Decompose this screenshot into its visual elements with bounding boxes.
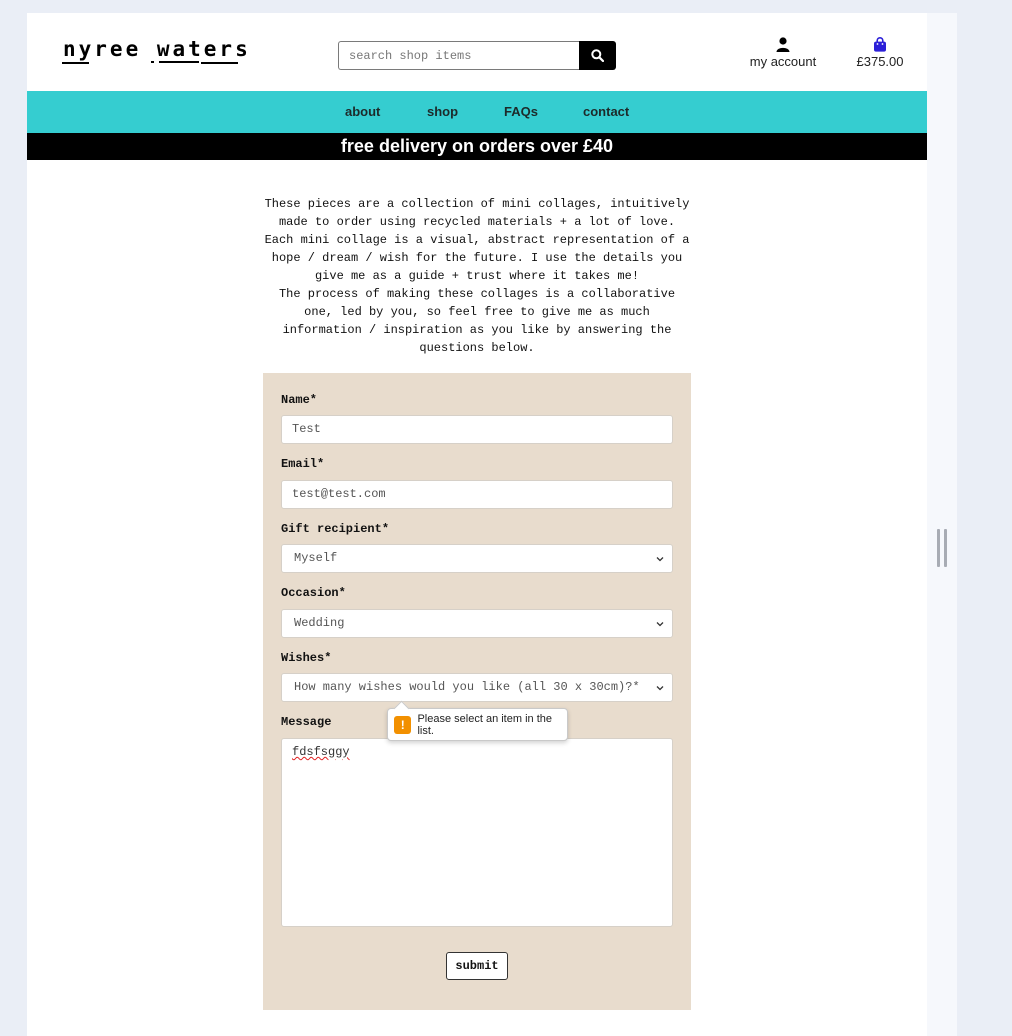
nav-item-faqs[interactable]: FAQs (504, 104, 538, 119)
user-icon (776, 37, 790, 52)
search-button[interactable] (579, 41, 616, 70)
wishes-select[interactable]: How many wishes would you like (all 30 x… (281, 673, 673, 702)
resize-handle[interactable] (937, 529, 947, 567)
chevron-down-icon (656, 686, 664, 691)
nav-item-about[interactable]: about (345, 104, 380, 119)
chevron-down-icon (656, 622, 664, 627)
search-icon (591, 49, 604, 62)
submit-button[interactable]: submit (446, 952, 508, 980)
shopping-bag-link[interactable]: £375.00 (845, 37, 915, 69)
search-input[interactable] (338, 41, 579, 70)
shopping-bag-icon (874, 37, 886, 52)
my-account-link[interactable]: my account (743, 37, 823, 69)
name-field[interactable]: Test (281, 415, 673, 444)
logo-underline-strokes (62, 61, 242, 69)
wishes-value: How many wishes would you like (all 30 x… (294, 680, 640, 694)
main-nav: about shop FAQs contact (27, 91, 927, 133)
nav-item-shop[interactable]: shop (427, 104, 458, 119)
occasion-label: Occasion* (281, 586, 346, 600)
intro-text: These pieces are a collection of mini co… (263, 195, 691, 357)
gift-recipient-label: Gift recipient* (281, 522, 390, 536)
my-account-label: my account (749, 54, 817, 69)
gift-recipient-select[interactable]: Myself (281, 544, 673, 573)
bag-total: £375.00 (856, 54, 904, 69)
email-label: Email* (281, 457, 325, 471)
occasion-select[interactable]: Wedding (281, 609, 673, 638)
page: nyree waters my account £375.00 (27, 13, 927, 1036)
gift-recipient-value: Myself (294, 551, 338, 565)
message-label: Message (281, 715, 332, 729)
delivery-banner: free delivery on orders over £40 (27, 133, 927, 160)
side-panel (927, 13, 957, 1036)
site-logo[interactable]: nyree waters (63, 37, 251, 61)
search-bar (338, 41, 616, 70)
intro-paragraph: These pieces are a collection of mini co… (264, 197, 690, 283)
validation-tooltip: ! Please select an item in the list. (387, 708, 568, 741)
order-form: Name* Test Email* test@test.com Gift rec… (263, 373, 691, 1010)
message-textarea[interactable]: fdsfsggy (281, 738, 673, 927)
wishes-label: Wishes* (281, 651, 332, 665)
nav-item-contact[interactable]: contact (583, 104, 629, 119)
warning-icon: ! (394, 715, 412, 734)
occasion-value: Wedding (294, 616, 345, 630)
chevron-down-icon (656, 557, 664, 562)
email-field[interactable]: test@test.com (281, 480, 673, 509)
message-text: fdsfsggy (292, 745, 350, 759)
name-label: Name* (281, 393, 318, 407)
intro-paragraph: The process of making these collages is … (278, 287, 676, 355)
validation-message: Please select an item in the list. (417, 712, 552, 737)
